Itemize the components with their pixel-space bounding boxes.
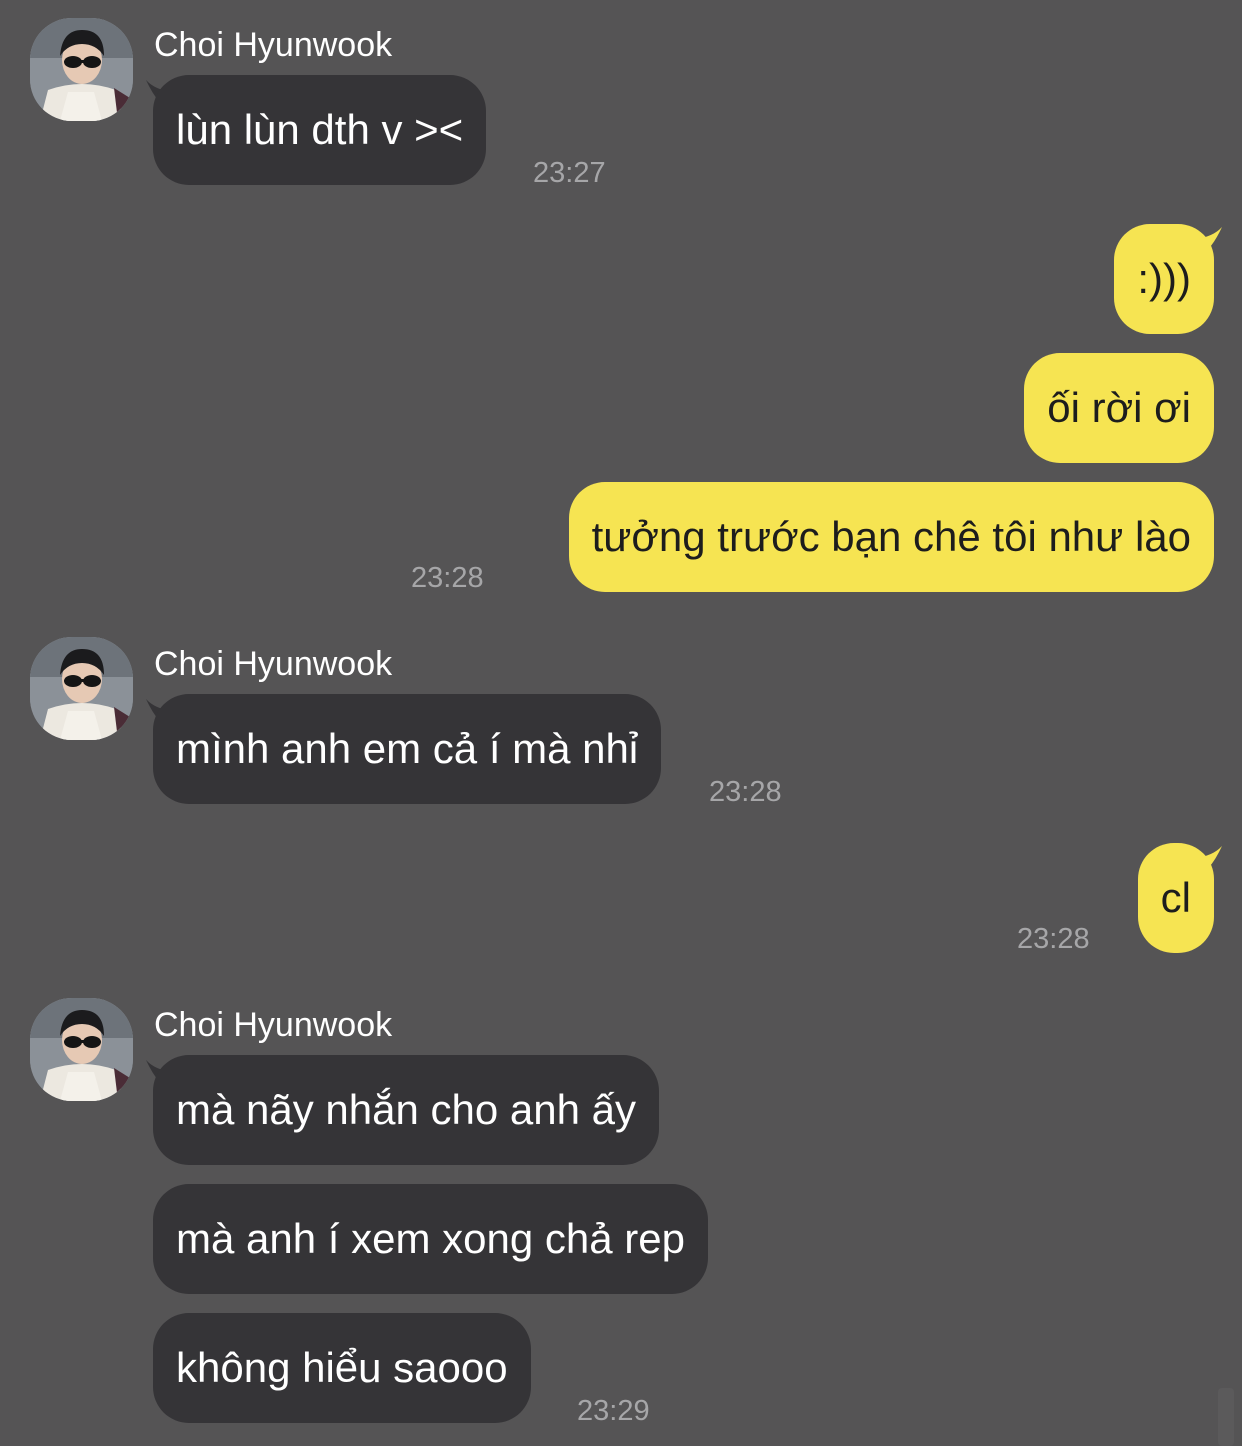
incoming-message-bubble[interactable]: không hiểu saooo — [153, 1313, 531, 1423]
message-timestamp: 23:28 — [709, 776, 782, 808]
outgoing-message-bubble[interactable]: :))) — [1114, 224, 1214, 334]
message-timestamp: 23:28 — [1017, 923, 1090, 955]
message-timestamp: 23:27 — [533, 157, 606, 189]
incoming-message-bubble[interactable]: lùn lùn dth v >< — [153, 75, 487, 185]
sender-avatar[interactable] — [30, 18, 133, 121]
incoming-message-bubble[interactable]: mà nãy nhắn cho anh ấy — [153, 1055, 659, 1165]
message-timestamp: 23:29 — [577, 1395, 650, 1427]
sender-name: Choi Hyunwook — [154, 1006, 393, 1044]
outgoing-message-bubble[interactable]: cl — [1137, 843, 1214, 953]
outgoing-message-bubble[interactable]: tưởng trước bạn chê tôi như lào — [568, 482, 1214, 592]
incoming-message-bubble[interactable]: mà anh í xem xong chả rep — [153, 1184, 708, 1294]
sender-avatar[interactable] — [30, 998, 133, 1101]
sender-avatar[interactable] — [30, 637, 133, 740]
scroll-indicator[interactable] — [1218, 1388, 1234, 1446]
incoming-message-bubble[interactable]: mình anh em cả í mà nhỉ — [153, 694, 662, 804]
outgoing-message-bubble[interactable]: ối rời ơi — [1024, 353, 1214, 463]
sender-name: Choi Hyunwook — [154, 26, 393, 64]
sender-name: Choi Hyunwook — [154, 645, 393, 683]
message-timestamp: 23:28 — [411, 562, 484, 594]
